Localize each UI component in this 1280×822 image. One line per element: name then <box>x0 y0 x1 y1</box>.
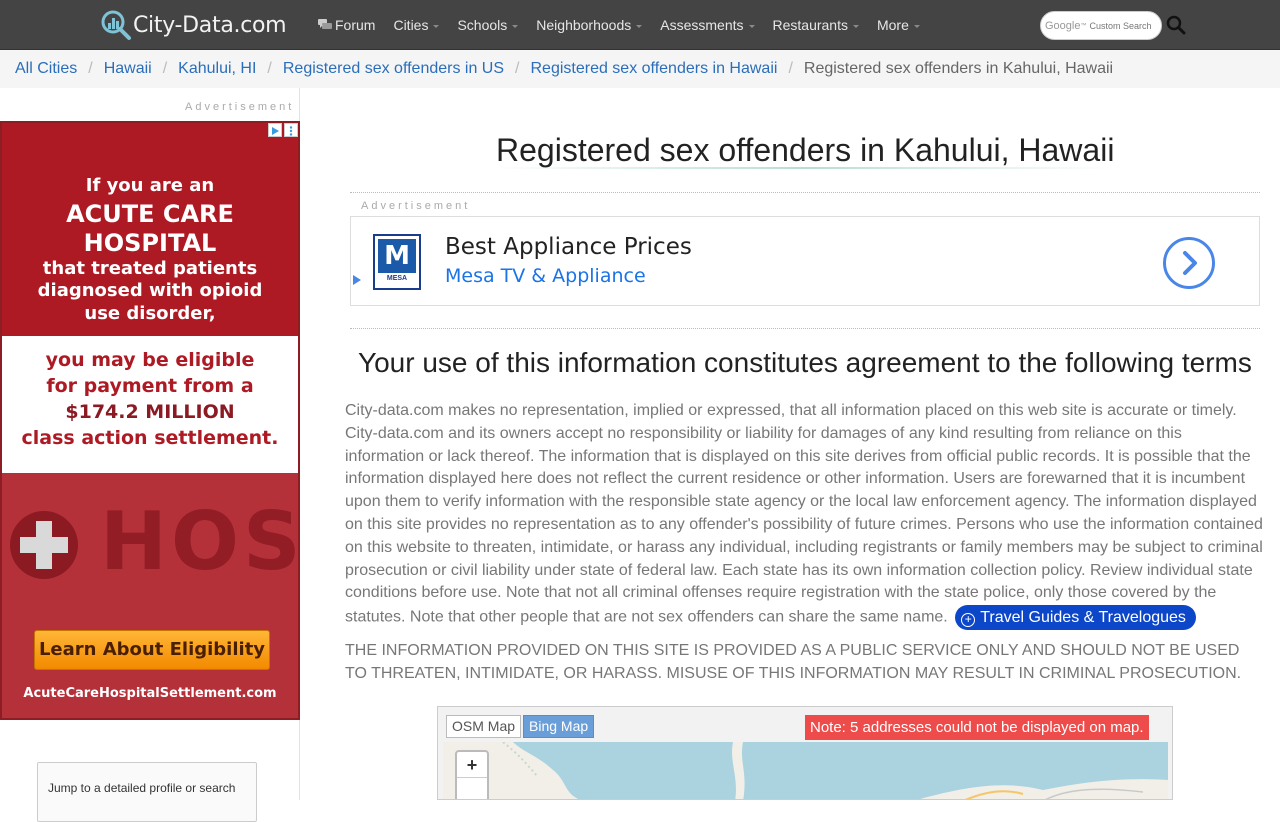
chevron-down-icon <box>852 24 859 28</box>
tab-bing-map[interactable]: Bing Map <box>523 715 595 738</box>
ad-line: ACUTE CARE <box>66 200 234 228</box>
map-zoom-control: + <box>455 750 489 799</box>
chevron-down-icon <box>433 24 440 28</box>
nav-assessments[interactable]: Assessments <box>660 17 755 33</box>
appliance-ad-banner[interactable]: M MESA Best Appliance Prices Mesa TV & A… <box>350 216 1260 306</box>
mesa-logo-text: MESA <box>386 275 408 282</box>
zoom-in-button[interactable]: + <box>457 752 487 778</box>
title-underline <box>496 167 1114 169</box>
ad-line: for payment from a <box>46 375 254 397</box>
travel-guides-button[interactable]: + Travel Guides & Travelogues <box>955 605 1196 631</box>
chevron-right-icon <box>1183 251 1197 275</box>
plus-circle-icon: + <box>961 613 976 628</box>
mesa-logo-icon: M MESA <box>373 234 421 290</box>
breadcrumb-separator: / <box>515 60 520 77</box>
adchoices-icon[interactable] <box>268 123 282 137</box>
advertisement-label: Advertisement <box>361 200 471 212</box>
logo-magnifier-icon <box>100 9 132 41</box>
hospital-sign-text: HOSP <box>100 495 298 588</box>
disclaimer-text: THE INFORMATION PROVIDED ON THIS SITE IS… <box>345 642 1242 682</box>
main-nav: Forum Cities Schools Neighborhoods Asses… <box>318 0 938 50</box>
ad-options-icon[interactable] <box>284 123 298 137</box>
logo-text: City-Data.com <box>133 12 287 38</box>
nav-schools[interactable]: Schools <box>457 17 519 33</box>
breadcrumb-separator: / <box>162 60 168 77</box>
terms-heading: Your use of this information constitutes… <box>358 347 1252 378</box>
ad-line: that treated patients <box>42 258 258 279</box>
divider <box>350 328 1260 329</box>
ad-url[interactable]: AcuteCareHospitalSettlement.com <box>2 686 298 701</box>
search-button[interactable] <box>1166 15 1186 35</box>
travel-guides-label: Travel Guides & Travelogues <box>980 609 1186 627</box>
google-custom-search-input[interactable]: Google ™ Custom Search <box>1040 11 1162 40</box>
ad-line: use disorder, <box>84 303 216 324</box>
adchoices-icon[interactable] <box>353 275 361 285</box>
ad-top-panel: If you are an ACUTE CARE HOSPITAL that t… <box>2 123 298 336</box>
nav-forum-label: Forum <box>335 17 376 33</box>
breadcrumb-separator: / <box>267 60 272 77</box>
ad-line: $174.2 MILLION <box>65 401 235 423</box>
chevron-down-icon <box>636 24 643 28</box>
breadcrumb-hawaii[interactable]: Hawaii <box>104 60 152 78</box>
top-navbar: City-Data.com Forum Cities Schools Neigh… <box>0 0 1280 50</box>
divider <box>350 192 1260 193</box>
page-title: Registered sex offenders in Kahului, Haw… <box>496 132 1115 168</box>
ad-line: you may be eligible <box>45 349 255 371</box>
nav-assessments-label: Assessments <box>660 17 744 33</box>
forum-icon <box>318 19 332 29</box>
map-tiles <box>443 742 1168 799</box>
nav-restaurants-label: Restaurants <box>772 17 848 33</box>
map-canvas[interactable]: + <box>443 742 1168 799</box>
terms-text: City-data.com makes no representation, i… <box>345 402 1263 626</box>
ad-line: diagnosed with opioid <box>37 280 263 301</box>
jump-text: Jump to a detailed profile or search <box>48 781 236 795</box>
nav-more-label: More <box>876 17 909 33</box>
nav-cities[interactable]: Cities <box>393 17 440 33</box>
advertisement-label: Advertisement <box>185 101 295 113</box>
map-widget: OSM Map Bing Map Note: 5 addresses could… <box>437 706 1173 800</box>
breadcrumb-kahului[interactable]: Kahului, HI <box>178 60 256 78</box>
breadcrumb-offenders-hawaii[interactable]: Registered sex offenders in Hawaii <box>530 60 777 78</box>
mesa-logo-letter: M <box>378 239 416 273</box>
left-sidebar: Advertisement If you are an ACUTE CARE H… <box>0 88 300 822</box>
google-label: Google <box>1045 19 1081 32</box>
ad-line: HOSPITAL <box>83 229 217 257</box>
breadcrumb-all-cities[interactable]: All Cities <box>15 60 77 78</box>
sidebar-ad-banner[interactable]: If you are an ACUTE CARE HOSPITAL that t… <box>0 121 300 720</box>
nav-restaurants[interactable]: Restaurants <box>773 17 859 33</box>
ad-middle-panel: you may be eligible for payment from a $… <box>2 336 298 473</box>
nav-more[interactable]: More <box>877 17 920 33</box>
jump-to-profile-box: Jump to a detailed profile or search <box>37 762 257 822</box>
terms-paragraph: City-data.com makes no representation, i… <box>345 400 1265 631</box>
breadcrumb-offenders-us[interactable]: Registered sex offenders in US <box>283 60 504 78</box>
nav-cities-label: Cities <box>393 17 429 33</box>
ad-hospital-image: HOSP Learn About Eligibility AcuteCareHo… <box>2 473 298 718</box>
ad-line: class action settlement. <box>21 427 279 449</box>
chevron-down-icon <box>512 24 519 28</box>
breadcrumb: All Cities / Hawaii / Kahului, HI / Regi… <box>0 50 1280 88</box>
search-icon <box>1166 15 1186 35</box>
ad-arrow-button[interactable] <box>1163 237 1215 289</box>
tab-osm-map[interactable]: OSM Map <box>446 715 522 738</box>
learn-about-eligibility-button[interactable]: Learn About Eligibility <box>34 630 270 670</box>
nav-schools-label: Schools <box>457 17 508 33</box>
ad-headline[interactable]: Best Appliance Prices <box>445 234 692 260</box>
nav-neighborhoods-label: Neighborhoods <box>536 17 632 33</box>
nav-neighborhoods[interactable]: Neighborhoods <box>536 17 643 33</box>
nav-forum[interactable]: Forum <box>318 17 375 33</box>
ad-line: If you are an <box>85 175 215 196</box>
custom-search-label: Custom Search <box>1089 20 1152 31</box>
breadcrumb-separator: / <box>788 60 793 77</box>
breadcrumb-separator: / <box>88 60 93 77</box>
map-note-badge: Note: 5 addresses could not be displayed… <box>805 715 1149 740</box>
ad-advertiser[interactable]: Mesa TV & Appliance <box>445 265 646 287</box>
site-logo[interactable]: City-Data.com <box>100 9 287 41</box>
chevron-down-icon <box>913 24 920 28</box>
breadcrumb-current: Registered sex offenders in Kahului, Haw… <box>803 60 1114 77</box>
chevron-down-icon <box>748 24 755 28</box>
